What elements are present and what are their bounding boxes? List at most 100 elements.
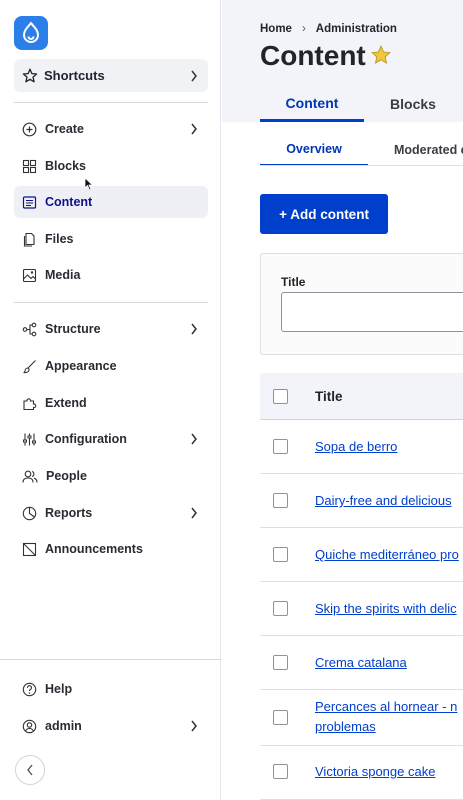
- breadcrumb-separator-icon: ›: [301, 23, 306, 35]
- chevron-right-icon: [191, 507, 197, 519]
- chevron-right-icon: [191, 433, 197, 445]
- sidebar-item-create[interactable]: Create: [14, 113, 208, 145]
- media-icon: [22, 268, 37, 282]
- chevron-right-icon: [191, 323, 197, 335]
- chevron-left-icon: [27, 764, 33, 776]
- content-title-link[interactable]: Percances al hornear - n: [315, 697, 457, 717]
- content-title-link-continued[interactable]: problemas: [315, 717, 376, 737]
- chevron-right-icon: [191, 123, 197, 135]
- row-checkbox[interactable]: [273, 493, 288, 508]
- sidebar-item-help[interactable]: Help: [14, 673, 208, 705]
- table-row: Sopa de berro: [260, 420, 463, 474]
- content-title-link[interactable]: Dairy-free and delicious: [315, 491, 452, 511]
- brush-icon: [23, 359, 36, 373]
- sidebar-item-label: Create: [45, 122, 84, 136]
- shortcuts-label: Shortcuts: [44, 68, 105, 83]
- breadcrumb-home[interactable]: Home: [260, 23, 292, 35]
- sidebar-divider: [14, 302, 208, 303]
- content-list-icon: [22, 195, 37, 209]
- tab-blocks[interactable]: Blocks: [362, 86, 463, 122]
- sidebar-item-appearance[interactable]: Appearance: [14, 350, 208, 382]
- sidebar-item-label: Announcements: [45, 542, 143, 556]
- user-icon: [22, 719, 37, 733]
- sidebar-item-announcements[interactable]: Announcements: [14, 533, 208, 565]
- sidebar-item-media[interactable]: Media: [14, 259, 208, 291]
- sidebar-item-user[interactable]: admin: [14, 710, 208, 742]
- drupal-drop-icon: [22, 22, 40, 43]
- files-icon: [23, 232, 35, 247]
- sidebar-item-label: People: [46, 469, 87, 483]
- sidebar-item-blocks[interactable]: Blocks: [14, 150, 208, 182]
- chart-pie-icon: [22, 506, 37, 520]
- table-row: Percances al hornear - n problemas: [260, 690, 463, 746]
- sidebar-item-label: Extend: [45, 396, 87, 410]
- breadcrumb-administration[interactable]: Administration: [316, 23, 397, 35]
- shortcuts-item[interactable]: Shortcuts: [14, 59, 208, 92]
- row-checkbox[interactable]: [273, 710, 288, 725]
- sidebar-item-label: Media: [45, 268, 81, 282]
- help-icon: [22, 682, 37, 696]
- sidebar-item-label: Structure: [45, 322, 101, 336]
- sidebar-item-label: Help: [45, 682, 73, 696]
- sidebar-item-content[interactable]: Content: [14, 186, 208, 218]
- sidebar-item-label: admin: [45, 719, 82, 733]
- mouse-cursor-icon: [84, 177, 94, 191]
- sidebar: Shortcuts Create Blocks Content Files Me…: [0, 0, 221, 800]
- content-title-link[interactable]: Sopa de berro: [315, 437, 397, 457]
- content-title-link[interactable]: Crema catalana: [315, 653, 407, 673]
- sliders-icon: [23, 433, 36, 445]
- row-checkbox[interactable]: [273, 655, 288, 670]
- subtab-moderated-content[interactable]: Moderated c: [394, 134, 463, 166]
- sidebar-item-files[interactable]: Files: [14, 223, 208, 255]
- plus-circle-icon: [22, 122, 37, 136]
- announcement-icon: [22, 542, 37, 556]
- row-checkbox[interactable]: [273, 439, 288, 454]
- row-checkbox[interactable]: [273, 601, 288, 616]
- row-checkbox[interactable]: [273, 547, 288, 562]
- breadcrumb: Home › Administration: [260, 23, 397, 35]
- table-row: Quiche mediterráneo pro: [260, 528, 463, 582]
- chevron-right-icon: [191, 720, 197, 732]
- sidebar-item-label: Appearance: [45, 359, 117, 373]
- tab-content[interactable]: Content: [260, 86, 364, 122]
- subtab-overview[interactable]: Overview: [260, 134, 368, 166]
- select-all-checkbox[interactable]: [273, 389, 288, 404]
- puzzle-icon: [23, 397, 37, 410]
- filter-form: Title: [260, 253, 463, 355]
- collapse-sidebar-button[interactable]: [15, 755, 45, 785]
- table-row: Victoria sponge cake: [260, 746, 463, 800]
- chevron-right-icon: [191, 70, 197, 82]
- sidebar-divider: [14, 102, 208, 103]
- column-header-title[interactable]: Title: [315, 389, 343, 404]
- sidebar-item-label: Content: [45, 195, 93, 209]
- subtab-divider: [260, 165, 463, 166]
- sidebar-item-configuration[interactable]: Configuration: [14, 423, 208, 455]
- main-content: Home › Administration Content Content Bloc…: [222, 0, 463, 800]
- sidebar-item-label: Configuration: [45, 432, 127, 446]
- sidebar-item-label: Files: [45, 232, 74, 246]
- sidebar-item-people[interactable]: People: [14, 460, 208, 492]
- add-content-button[interactable]: + Add content: [260, 194, 388, 234]
- page-title: Content: [260, 40, 366, 71]
- sidebar-divider: [0, 659, 221, 660]
- people-icon: [22, 470, 38, 483]
- page-header: Home › Administration Content Content Bloc…: [222, 0, 463, 122]
- row-checkbox[interactable]: [273, 764, 288, 779]
- content-title-link[interactable]: Skip the spirits with delic: [315, 599, 457, 619]
- blocks-grid-icon: [22, 159, 37, 173]
- title-filter-label: Title: [281, 275, 306, 289]
- content-title-link[interactable]: Quiche mediterráneo pro: [315, 545, 459, 565]
- sidebar-item-structure[interactable]: Structure: [14, 313, 208, 345]
- table-row: Crema catalana: [260, 636, 463, 690]
- table-row: Dairy-free and delicious: [260, 474, 463, 528]
- sidebar-item-label: Blocks: [45, 159, 86, 173]
- sidebar-item-extend[interactable]: Extend: [14, 387, 208, 419]
- sidebar-item-reports[interactable]: Reports: [14, 497, 208, 529]
- sidebar-item-label: Reports: [45, 506, 93, 520]
- title-filter-input[interactable]: [281, 292, 463, 332]
- content-title-link[interactable]: Victoria sponge cake: [315, 762, 435, 782]
- favorite-star-icon[interactable]: [370, 44, 392, 66]
- table-header: Title: [260, 373, 463, 420]
- drupal-logo[interactable]: [14, 16, 48, 50]
- structure-icon: [22, 322, 37, 336]
